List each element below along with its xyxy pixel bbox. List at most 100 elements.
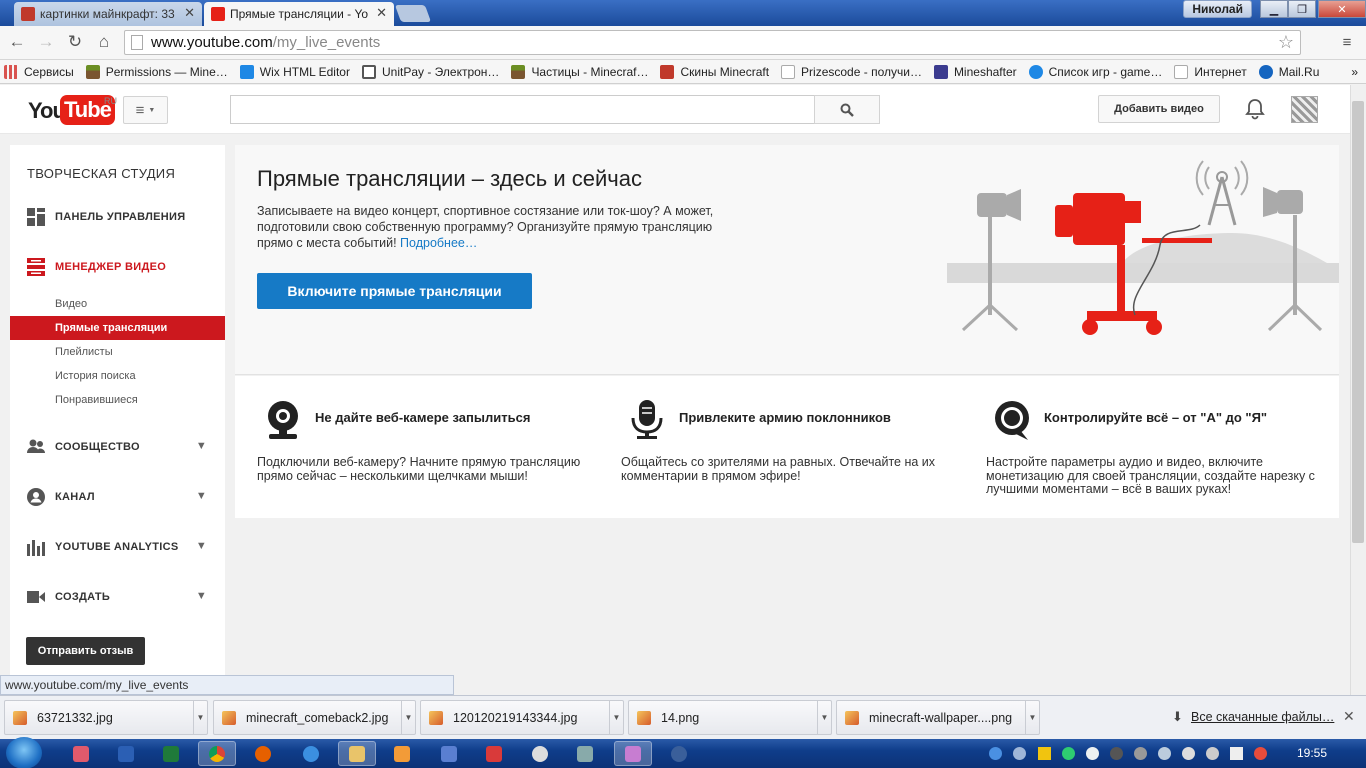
start-button[interactable]: [6, 737, 42, 768]
home-icon[interactable]: ⌂: [93, 31, 115, 53]
tray-icon[interactable]: [1182, 747, 1195, 760]
profile-name[interactable]: Николай: [1183, 0, 1252, 18]
taskbar-app[interactable]: [383, 741, 421, 766]
forward-icon[interactable]: →: [35, 31, 57, 53]
volume-icon[interactable]: [1206, 747, 1219, 760]
sidebar-subitem-videos[interactable]: Видео: [10, 292, 225, 316]
taskbar-app[interactable]: [244, 741, 282, 766]
bookmark-item[interactable]: Prizescode - получи…: [781, 64, 922, 79]
menu-icon[interactable]: ≡: [1336, 31, 1358, 53]
taskbar-app[interactable]: [475, 741, 513, 766]
bookmark-item[interactable]: Permissions — Mine…: [85, 64, 228, 79]
taskbar-app[interactable]: [430, 741, 468, 766]
bookmark-item[interactable]: Сервисы: [4, 64, 74, 79]
taskbar-app[interactable]: [152, 741, 190, 766]
sidebar-item-channel[interactable]: КАНАЛ ▼: [10, 482, 225, 512]
sidebar-item-label: YOUTUBE ANALYTICS: [55, 541, 179, 553]
close-window-icon[interactable]: ✕: [1318, 0, 1366, 18]
sidebar-item-dashboard[interactable]: ПАНЕЛЬ УПРАВЛЕНИЯ: [10, 202, 225, 232]
send-feedback-button[interactable]: Отправить отзыв: [26, 637, 145, 665]
bookmark-label: Mail.Ru: [1278, 64, 1320, 79]
download-item[interactable]: minecraft_comeback2.jpg ▼: [213, 700, 416, 735]
sidebar-subitem-liked[interactable]: Понравившиеся: [10, 388, 225, 412]
minimize-icon[interactable]: ▁: [1260, 0, 1288, 18]
tray-icon[interactable]: [1254, 747, 1267, 760]
taskbar-app[interactable]: [292, 741, 330, 766]
download-item[interactable]: 63721332.jpg ▼: [4, 700, 208, 735]
sidebar-item-video-manager[interactable]: МЕНЕДЖЕР ВИДЕО: [10, 252, 225, 282]
bookmark-item[interactable]: Частицы - Minecraf…: [511, 64, 648, 79]
address-bar[interactable]: www.youtube.com/my_live_events ☆: [124, 30, 1301, 55]
browser-tab-live[interactable]: Прямые трансляции - Yo ✕: [204, 2, 394, 26]
sidebar-item-create[interactable]: СОЗДАТЬ ▼: [10, 582, 225, 612]
taskbar-app[interactable]: [660, 741, 698, 766]
chevron-down-icon[interactable]: ▼: [1025, 701, 1039, 734]
analytics-icon: [27, 540, 45, 556]
taskbar-app[interactable]: [62, 741, 100, 766]
bookmark-item[interactable]: Скины Minecraft: [660, 64, 769, 79]
downloads-bar: 63721332.jpg ▼ minecraft_comeback2.jpg ▼ 1…: [0, 695, 1366, 739]
browser-tab-images[interactable]: картинки майнкрафт: 33 ✕: [14, 2, 202, 26]
chevron-down-icon[interactable]: ▼: [193, 701, 207, 734]
taskbar-chrome[interactable]: [198, 741, 236, 766]
bookmark-item[interactable]: Mail.Ru: [1258, 64, 1320, 79]
search-input[interactable]: [230, 95, 815, 124]
tray-icon[interactable]: [1062, 747, 1075, 760]
taskbar-app[interactable]: [566, 741, 604, 766]
image-file-icon: [845, 710, 859, 725]
warning-icon[interactable]: [1038, 747, 1051, 760]
more-bookmarks-icon[interactable]: »: [1351, 65, 1358, 79]
sidebar-item-analytics[interactable]: YOUTUBE ANALYTICS ▼: [10, 532, 225, 562]
bookmark-label: Prizescode - получи…: [801, 64, 922, 79]
chevron-down-icon[interactable]: ▼: [401, 701, 415, 734]
close-icon[interactable]: ✕: [1343, 708, 1355, 725]
tray-icon[interactable]: [1158, 747, 1171, 760]
explorer-icon: [349, 745, 365, 762]
tray-icon[interactable]: [1086, 747, 1099, 760]
download-item[interactable]: 120120219143344.jpg ▼: [420, 700, 624, 735]
close-tab-icon[interactable]: ✕: [184, 5, 195, 21]
bookmark-item[interactable]: UnitPay - Электрон…: [361, 64, 499, 79]
sidebar-title[interactable]: ТВОРЧЕСКАЯ СТУДИЯ: [27, 166, 175, 181]
scrollbar-thumb[interactable]: [1352, 101, 1364, 543]
taskbar-app[interactable]: [614, 741, 652, 766]
bluetooth-icon[interactable]: [989, 747, 1002, 760]
notifications-bell-icon[interactable]: [1244, 98, 1266, 120]
network-icon[interactable]: [1230, 747, 1243, 760]
guide-menu-button[interactable]: ≡ ▼: [123, 96, 168, 124]
sidebar-subitem-search-history[interactable]: История поиска: [10, 364, 225, 388]
chevron-down-icon[interactable]: ▼: [817, 701, 831, 734]
tray-icon[interactable]: [1134, 747, 1147, 760]
maximize-icon[interactable]: ❐: [1288, 0, 1316, 18]
taskbar-app[interactable]: [107, 741, 145, 766]
bookmark-item[interactable]: Список игр - game…: [1028, 64, 1162, 79]
bookmark-item[interactable]: Интернет: [1174, 64, 1247, 79]
sidebar-subitem-playlists[interactable]: Плейлисты: [10, 340, 225, 364]
sidebar-item-community[interactable]: СООБЩЕСТВО ▼: [10, 432, 225, 462]
bookmark-item[interactable]: Mineshafter: [933, 64, 1017, 79]
learn-more-link[interactable]: Подробнее…: [400, 236, 477, 250]
bookmark-item[interactable]: Wix HTML Editor: [239, 64, 350, 79]
tray-icon[interactable]: [1110, 747, 1123, 760]
download-item[interactable]: 14.png ▼: [628, 700, 832, 735]
all-downloads-link[interactable]: Все скачанные файлы…: [1191, 710, 1334, 724]
back-icon[interactable]: ←: [6, 31, 28, 53]
upload-video-button[interactable]: Добавить видео: [1098, 95, 1220, 123]
new-tab-button[interactable]: [394, 5, 432, 22]
chevron-down-icon[interactable]: ▼: [609, 701, 623, 734]
taskbar-app[interactable]: [521, 741, 559, 766]
sidebar-subitem-live-streaming[interactable]: Прямые трансляции: [10, 316, 225, 340]
page-title: Прямые трансляции – здесь и сейчас: [257, 166, 642, 191]
bookmark-star-icon[interactable]: ☆: [1278, 32, 1294, 53]
search-button[interactable]: [814, 95, 880, 124]
reload-icon[interactable]: ↻: [64, 31, 86, 53]
avatar[interactable]: [1291, 96, 1318, 123]
download-item[interactable]: minecraft-wallpaper....png ▼: [836, 700, 1040, 735]
feature-description: Настройте параметры аудио и видео, включ…: [986, 455, 1315, 496]
close-tab-icon[interactable]: ✕: [376, 5, 387, 21]
taskbar-clock[interactable]: 19:55: [1297, 746, 1327, 760]
unitpay-icon: [361, 64, 376, 79]
tray-icon[interactable]: [1013, 747, 1026, 760]
enable-live-streaming-button[interactable]: Включите прямые трансляции: [257, 273, 532, 309]
taskbar-app[interactable]: [338, 741, 376, 766]
